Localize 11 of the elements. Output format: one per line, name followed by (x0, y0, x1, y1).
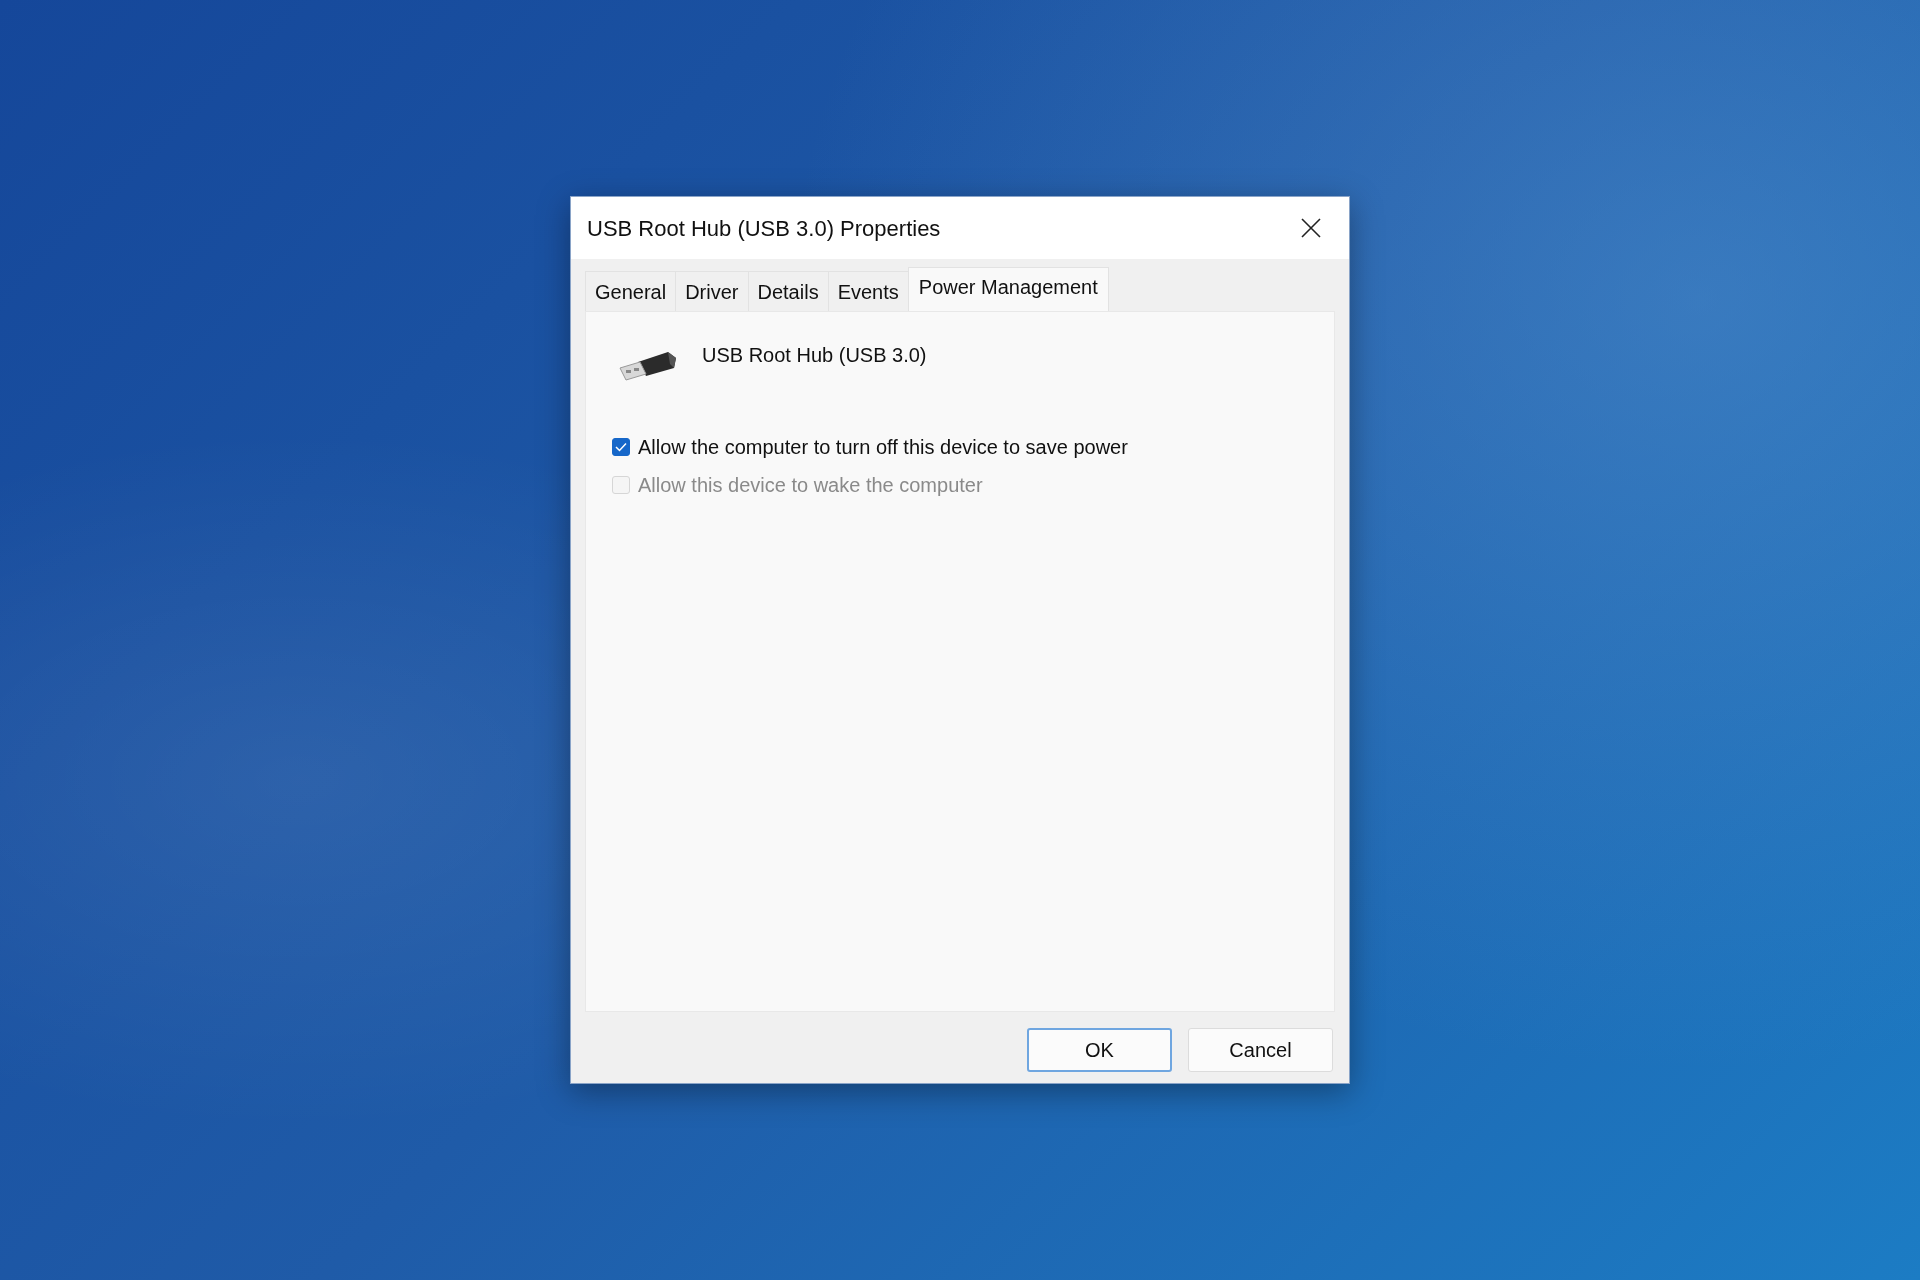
dialog-button[interactable]: Cancel (1188, 1028, 1333, 1072)
default-button[interactable]: OK (1027, 1028, 1172, 1072)
window-title: USB Root Hub (USB 3.0) Properties (587, 214, 941, 243)
checkbox-label: Allow this device to wake the computer (638, 473, 983, 498)
checkbox[interactable] (612, 438, 630, 456)
tab[interactable]: Power Management (907, 267, 1109, 311)
close-icon (1300, 217, 1322, 239)
tab[interactable]: General (585, 271, 677, 311)
check-icon (615, 442, 627, 452)
checkbox-label: Allow the computer to turn off this device to save power (638, 435, 1128, 460)
device-name: USB Root Hub (USB 3.0) (702, 343, 927, 368)
